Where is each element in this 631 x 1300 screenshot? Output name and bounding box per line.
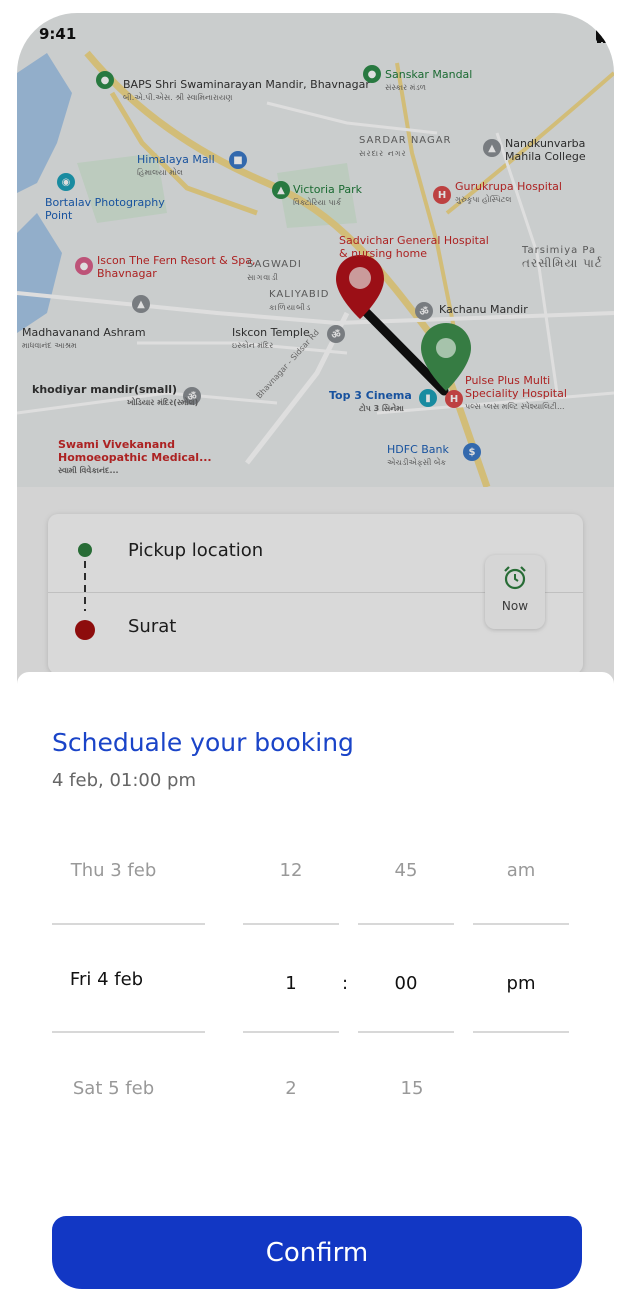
pickup-location-field[interactable]: Pickup location [128, 540, 263, 561]
place-pin-icon: ● [363, 65, 381, 83]
time-separator: : [342, 973, 349, 994]
picker-item-selected[interactable]: Fri 4 feb [30, 969, 183, 990]
confirm-button[interactable]: Confirm [52, 1216, 582, 1289]
map-label: Madhavanand Ashram માધવાનંદ આશ્રમ [22, 326, 146, 350]
selected-datetime: 4 feb, 01:00 pm [52, 770, 197, 791]
battery-icon [596, 28, 614, 42]
now-button[interactable]: Now [485, 555, 545, 629]
map-label: KALIYABID કાળિયાબીડ [269, 289, 330, 312]
minute-picker[interactable]: 45 00 15 [358, 842, 454, 1112]
picker-item-selected[interactable]: 1 [243, 973, 339, 994]
picker-item[interactable]: am [473, 860, 569, 881]
schedule-sheet: Scheduale your booking 4 feb, 01:00 pm T… [17, 672, 614, 1300]
drop-dot-icon [75, 620, 95, 640]
picker-divider [358, 923, 454, 925]
park-icon: ▲ [272, 181, 290, 199]
temple-icon: ॐ [327, 325, 345, 343]
map-label: Pulse Plus Multi Speciality Hospital પલ્સ… [465, 374, 567, 411]
picker-item-selected[interactable]: pm [473, 973, 569, 994]
picker-item[interactable]: Sat 5 feb [37, 1078, 190, 1099]
picker-item-selected[interactable]: 00 [358, 973, 454, 994]
picker-divider [358, 1031, 454, 1033]
map-label: SARDAR NAGAR સરદાર નગર [359, 135, 452, 158]
map-label: Himalaya Mall હિમાલયા મોલ [137, 153, 215, 177]
picker-divider [52, 1031, 205, 1033]
temple-icon: ▲ [132, 295, 150, 313]
drop-pin-icon [336, 255, 384, 319]
map-label: khodiyar mandir(small) ખોડિયાર મંદિર(સ્મો… [32, 383, 199, 407]
picker-divider [473, 1031, 569, 1033]
hotel-icon: ● [75, 257, 93, 275]
drop-location-field[interactable]: Surat [128, 616, 176, 637]
map-label: Victoria Park વિક્ટોરિયા પાર્ક [293, 183, 363, 207]
map-label: Sanskar Mandal સંસ્કાર મંડળ [385, 68, 473, 92]
picker-divider [243, 1031, 339, 1033]
picker-item[interactable]: 2 [243, 1078, 339, 1099]
hospital-icon: H [445, 390, 463, 408]
now-label: Now [501, 599, 529, 613]
picker-item[interactable]: Thu 3 feb [37, 860, 190, 881]
picker-item[interactable]: 45 [358, 860, 454, 881]
picker-item[interactable]: 12 [243, 860, 339, 881]
picker-divider [243, 923, 339, 925]
route-card: Pickup location Surat Now [48, 514, 583, 674]
map-label: Kachanu Mandir [439, 303, 528, 316]
pickup-dot-icon [78, 543, 92, 557]
hour-picker[interactable]: 12 1 2 [243, 842, 339, 1112]
shopping-icon: ■ [229, 151, 247, 169]
map-label: Top 3 Cinema ટોપ 3 સિનેમા [329, 389, 412, 413]
map-label: Tarsimiya Pa તરસીમિયા પાર્ટ [522, 245, 603, 270]
map-view[interactable]: ● BAPS Shri Swaminarayan Mandir, Bhavnag… [17, 13, 614, 487]
temple-icon: ॐ [415, 302, 433, 320]
picker-divider [52, 923, 205, 925]
status-time: 9:41 [39, 25, 77, 43]
bank-icon: $ [463, 443, 481, 461]
cinema-icon: ▮ [419, 389, 437, 407]
map-label: HDFC Bank એચડીએફસી બેંક [387, 443, 449, 467]
sheet-title: Scheduale your booking [52, 728, 354, 757]
camera-icon: ◉ [57, 173, 75, 191]
map-label: Bortalav Photography Point [45, 196, 165, 222]
hospital-icon: H [433, 186, 451, 204]
alarm-clock-icon [504, 566, 526, 590]
map-label: BAPS Shri Swaminarayan Mandir, Bhavnagar… [123, 78, 370, 102]
map-label: Gurukrupa Hospital ગુરુકૃપા હોસ્પિટલ [455, 180, 562, 204]
picker-item[interactable]: 15 [364, 1078, 460, 1099]
map-label: SAGWADI સાગવાડી [247, 259, 302, 282]
map-label: Nandkunvarba Mahila College [505, 137, 586, 163]
map-label: Swami Vivekanand Homoeopathic Medical...… [58, 438, 212, 475]
school-icon: ▲ [483, 139, 501, 157]
route-connector [84, 561, 86, 611]
picker-divider [473, 923, 569, 925]
phone-screen: ● BAPS Shri Swaminarayan Mandir, Bhavnag… [17, 13, 614, 1300]
map-label: Sadvichar General Hospital & nursing hom… [339, 234, 489, 260]
map-label: Iscon The Fern Resort & Spa, Bhavnagar [97, 254, 256, 280]
place-pin-icon: ● [96, 71, 114, 89]
date-picker[interactable]: Thu 3 feb Fri 4 feb Sat 5 feb [52, 842, 205, 1112]
ampm-picker[interactable]: am pm [473, 842, 569, 1112]
